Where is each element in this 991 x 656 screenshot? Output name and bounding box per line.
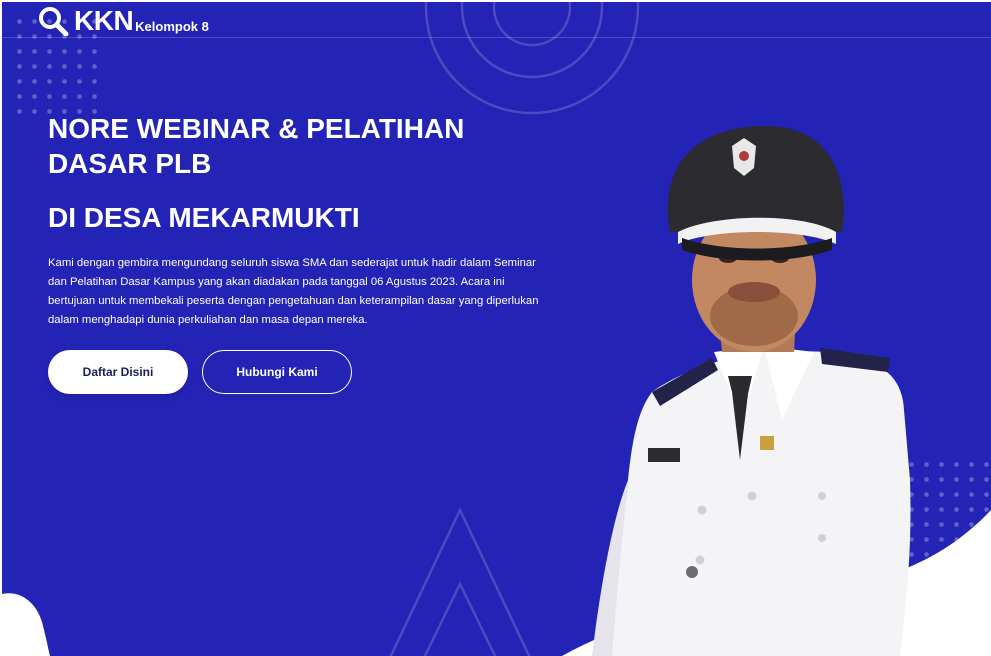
hero-subtitle: DI DESA MEKARMUKTI bbox=[48, 202, 360, 233]
hero-title: NORE WEBINAR & PELATIHAN DASAR PLB bbox=[48, 113, 465, 179]
hero-section: KKN Kelompok 8 NORE WEBINAR & PELATIHAN … bbox=[2, 2, 991, 656]
brand-group: Kelompok 8 bbox=[135, 19, 209, 34]
register-button[interactable]: Daftar Disini bbox=[48, 350, 188, 394]
search-icon bbox=[39, 7, 69, 36]
brand-logo[interactable]: KKN Kelompok 8 bbox=[38, 6, 209, 36]
brand-name: KKN bbox=[74, 5, 134, 36]
hero-description: Kami dengan gembira mengundang seluruh s… bbox=[48, 257, 539, 326]
top-navigation-bar: KKN Kelompok 8 bbox=[2, 2, 991, 38]
official-portrait-image bbox=[592, 125, 911, 656]
contact-button[interactable]: Hubungi Kami bbox=[202, 350, 352, 394]
